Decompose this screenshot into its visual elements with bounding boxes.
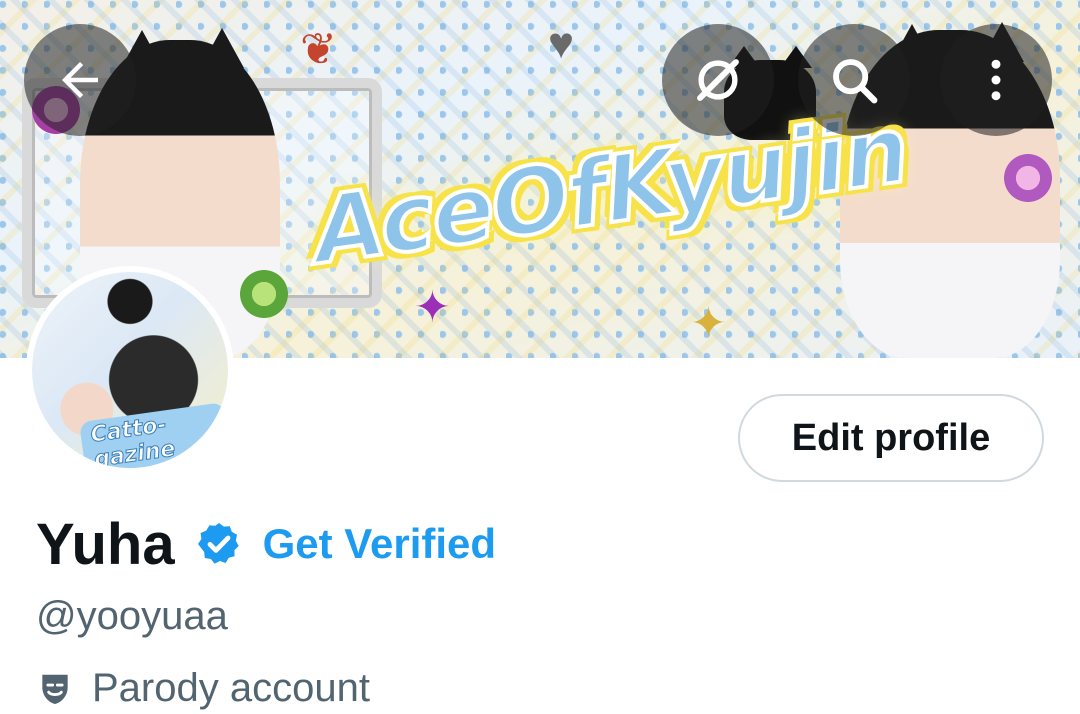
parody-account-label: Parody account xyxy=(36,666,370,711)
parody-label-text: Parody account xyxy=(92,666,370,710)
banner-heart-sticker: ♥ xyxy=(548,19,575,68)
profile-name-row: Yuha Get Verified xyxy=(36,508,496,580)
search-icon xyxy=(833,59,878,104)
profile-avatar[interactable]: Catto-gazine xyxy=(26,266,234,474)
search-button[interactable] xyxy=(798,24,910,136)
more-vertical-icon xyxy=(991,59,1001,101)
get-verified-link[interactable]: Get Verified xyxy=(263,520,496,568)
theater-masks-icon xyxy=(42,674,68,704)
grok-icon xyxy=(697,59,739,101)
banner-flower-sticker xyxy=(1000,150,1056,206)
banner-star-sticker: ✦ xyxy=(414,283,451,332)
banner-flower-sticker xyxy=(236,266,292,322)
arrow-left-icon xyxy=(62,62,98,98)
edit-profile-button[interactable]: Edit profile xyxy=(738,394,1044,482)
back-button[interactable] xyxy=(24,24,136,136)
more-options-button[interactable] xyxy=(940,24,1052,136)
banner-butterfly-sticker: ❦ xyxy=(300,25,337,74)
display-name: Yuha xyxy=(36,511,175,577)
grok-button[interactable] xyxy=(662,24,774,136)
banner-star-sticker: ✦ xyxy=(690,299,727,348)
profile-handle: @yooyuaa xyxy=(36,594,228,638)
banner-cat-ear xyxy=(200,28,244,68)
verified-badge-icon[interactable] xyxy=(195,520,243,568)
